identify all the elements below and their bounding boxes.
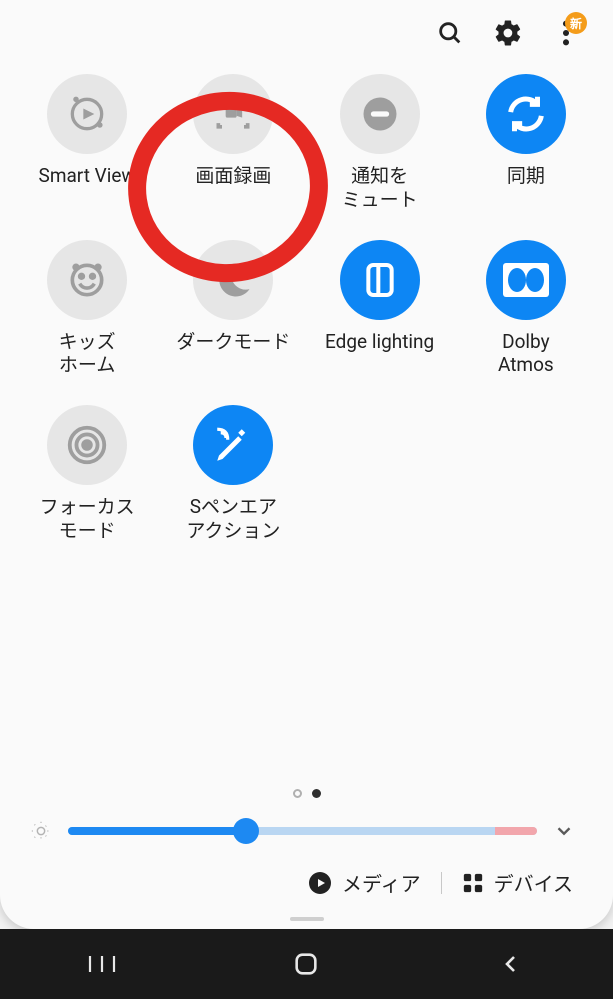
qs-tile-label: ダークモード [176,330,290,354]
spen-icon [193,405,273,485]
qs-tile-label: 同期 [507,164,545,188]
qs-tile-kids[interactable]: キッズ ホーム [14,240,160,378]
qs-tile-edge[interactable]: Edge lighting [307,240,453,378]
kids-icon [47,240,127,320]
qs-tile-focus[interactable]: フォーカス モード [14,405,160,543]
page-dot [293,789,302,798]
devices-button[interactable]: デバイス [462,868,573,897]
gear-icon [493,18,523,48]
mute-icon [340,74,420,154]
back-icon [499,952,523,976]
qs-tile-spen[interactable]: Sペンエア アクション [160,405,306,543]
new-badge: 新 [565,12,587,34]
play-circle-icon [308,871,332,895]
qs-tile-mute[interactable]: 通知を ミュート [307,74,453,212]
more-button[interactable]: 新 [551,18,581,48]
media-button[interactable]: メディア [308,868,421,897]
dark-icon [193,240,273,320]
qs-tile-screenrecord[interactable]: 画面録画 [160,74,306,212]
qs-tile-sync[interactable]: 同期 [453,74,599,212]
qs-tile-label: Sペンエア アクション [186,495,280,543]
dolby-icon [486,240,566,320]
recent-icon [87,952,117,976]
focus-icon [47,405,127,485]
qs-tile-smartview[interactable]: Smart View [14,74,160,212]
edge-icon [340,240,420,320]
footer-divider [441,872,442,894]
settings-button[interactable] [493,18,523,48]
sync-icon [486,74,566,154]
smartview-icon [47,74,127,154]
panel-footer: メディア デバイス [10,842,603,907]
qs-tile-label: キッズ ホーム [59,330,116,378]
brightness-row [10,820,603,842]
nav-bar [0,929,613,999]
search-button[interactable] [435,18,465,48]
qs-tile-dolby[interactable]: Dolby Atmos [453,240,599,378]
panel-toolbar: 新 [10,18,603,66]
qs-tile-label: Edge lighting [325,330,434,354]
quick-settings-panel: 新 Smart View 画面録画 通知を ミュート 同期キッズ ホーム ダークモード E… [0,0,613,929]
nav-home-button[interactable] [266,940,346,988]
qs-tile-label: 画面録画 [195,164,271,188]
brightness-slider[interactable] [68,827,537,835]
nav-back-button[interactable] [471,940,551,988]
qs-tile-dark[interactable]: ダークモード [160,240,306,378]
media-label: メディア [342,868,421,897]
home-icon [292,950,320,978]
qs-tile-label: フォーカス モード [40,495,135,543]
page-indicator[interactable] [10,789,603,798]
brightness-icon [30,820,52,842]
grid-icon [462,872,484,894]
brightness-expand-button[interactable] [553,820,575,842]
nav-recent-button[interactable] [62,940,142,988]
chevron-down-icon [553,820,575,842]
panel-drag-handle[interactable] [290,917,324,921]
screenrecord-icon [193,74,273,154]
tiles-grid: Smart View 画面録画 通知を ミュート 同期キッズ ホーム ダークモード Edg… [10,66,603,543]
qs-tile-label: Smart View [39,164,136,188]
page-dot [312,789,321,798]
qs-tile-label: Dolby Atmos [498,330,554,378]
devices-label: デバイス [494,868,573,897]
qs-tile-label: 通知を ミュート [342,164,418,212]
search-icon [436,19,464,47]
